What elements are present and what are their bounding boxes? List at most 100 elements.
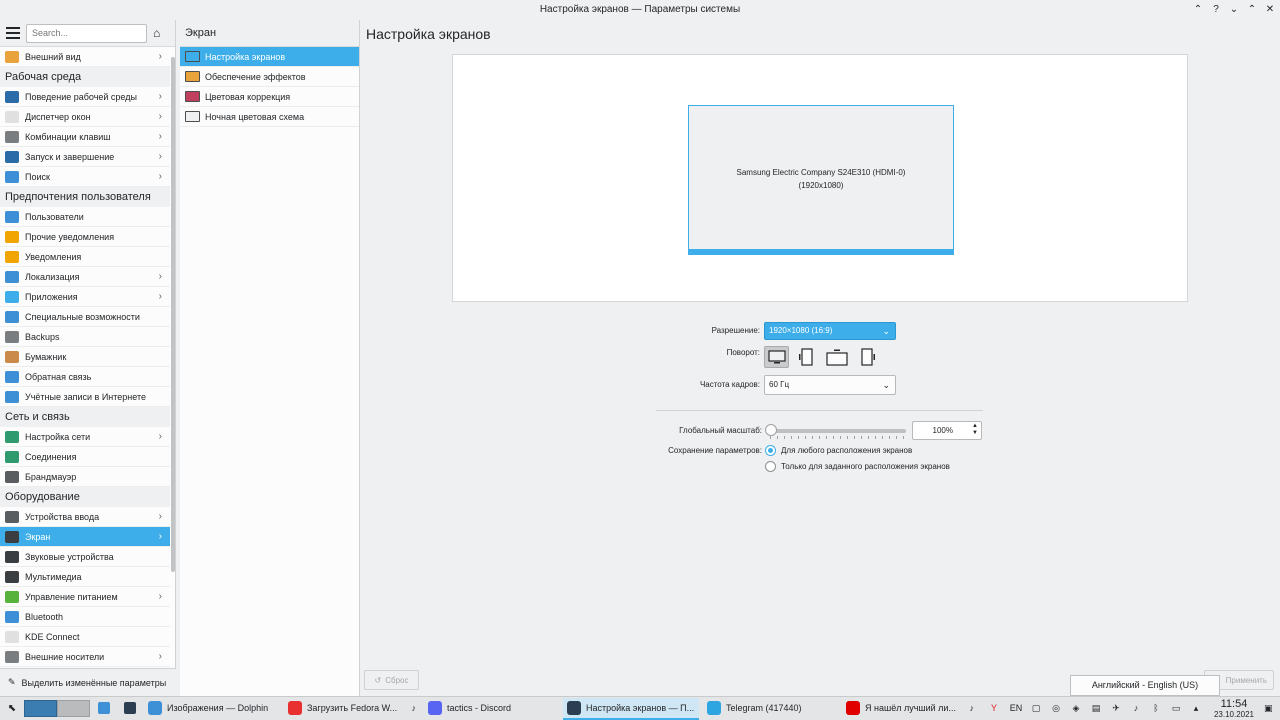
taskbar-task[interactable]: Настройка экранов — П... — [563, 698, 699, 720]
sidebar-item[interactable]: Приложения › — [0, 287, 170, 307]
sidebar-item-label: Запуск и завершение — [25, 151, 115, 162]
display-icon — [185, 51, 200, 62]
subcategory-item[interactable]: Ночная цветовая схема — [180, 107, 359, 127]
category-icon — [5, 530, 19, 543]
pinned-app-icon[interactable] — [124, 702, 136, 714]
screen-layout-preview: Samsung Electric Company S24E310 (HDMI-0… — [452, 54, 1188, 302]
rotate-normal-button[interactable] — [764, 346, 789, 368]
clock[interactable]: 11:54 23.10.2021 — [1214, 698, 1254, 719]
sidebar-item-label: Комбинации клавиш — [25, 131, 111, 142]
sidebar-item[interactable]: Пользователи — [0, 207, 170, 227]
sidebar-item[interactable]: Обратная связь — [0, 367, 170, 387]
scale-slider-ticks — [770, 436, 906, 439]
sidebar-item[interactable]: Локализация › — [0, 267, 170, 287]
sidebar-item[interactable]: Поиск › — [0, 167, 170, 187]
sidebar-item[interactable]: Диспетчер окон › — [0, 107, 170, 127]
sidebar-item[interactable]: Backups — [0, 327, 170, 347]
spin-arrows-icon[interactable]: ▲ ▼ — [972, 423, 978, 437]
tray-expand-icon[interactable]: ▴ — [1190, 702, 1202, 714]
keyboard-layout-indicator[interactable]: EN — [1008, 702, 1024, 714]
audio-playing-icon[interactable]: ♪ — [970, 703, 975, 713]
rotate-left-button[interactable] — [794, 346, 819, 368]
sidebar-item[interactable]: Уведомления — [0, 247, 170, 267]
sidebar-item[interactable]: Специальные возможности — [0, 307, 170, 327]
show-desktop-icon[interactable]: ▣ — [1264, 702, 1276, 714]
taskbar-task[interactable]: Telegram (417440) — [703, 698, 838, 720]
sidebar-item[interactable]: Устройства ввода › — [0, 507, 170, 527]
rotate-right-button[interactable] — [854, 346, 879, 368]
sidebar-scrollbar[interactable] — [171, 57, 175, 572]
keep-above-icon[interactable]: ⌃ — [1192, 4, 1204, 16]
sidebar-item[interactable]: Брандмауэр — [0, 467, 170, 487]
sidebar-item[interactable]: Внешние носители › — [0, 647, 170, 667]
rotate-inverted-button[interactable] — [824, 346, 849, 368]
bluetooth-icon[interactable]: ᛒ — [1150, 702, 1162, 714]
chevron-right-icon: › — [158, 291, 162, 302]
sidebar-item[interactable]: Учётные записи в Интернете — [0, 387, 170, 407]
desktop-1[interactable] — [24, 700, 57, 717]
sidebar-item[interactable]: Мультимедиа — [0, 567, 170, 587]
sidebar-item[interactable]: Настройка сети › — [0, 427, 170, 447]
sidebar-item[interactable]: Прочие уведомления — [0, 227, 170, 247]
search-input[interactable] — [26, 23, 147, 43]
chevron-right-icon: › — [158, 431, 162, 442]
sidebar-item[interactable]: Bluetooth — [0, 607, 170, 627]
sidebar-item[interactable]: Соединения — [0, 447, 170, 467]
virtual-desktop-pager[interactable] — [24, 700, 90, 717]
taskbar-task[interactable]: Я нашёл лучший ли... ♪ — [842, 698, 978, 720]
sidebar-item[interactable]: Комбинации клавиш › — [0, 127, 170, 147]
home-icon[interactable]: ⌂ — [153, 26, 160, 40]
sidebar-item-label: Внешний вид — [25, 51, 81, 62]
subcategory-item[interactable]: Настройка экранов — [180, 47, 359, 67]
monitor-tile[interactable]: Samsung Electric Company S24E310 (HDMI-0… — [688, 105, 954, 255]
category-icon — [5, 590, 19, 603]
sidebar-item[interactable]: Бумажник — [0, 347, 170, 367]
sidebar-item[interactable]: Экран › — [0, 527, 170, 547]
subcategory-item[interactable]: Цветовая коррекция — [180, 87, 359, 107]
highlight-changes-button[interactable]: ✎ Выделить изменённые параметры — [0, 668, 176, 696]
maximize-icon[interactable]: ⌃ — [1246, 4, 1258, 16]
sidebar-item[interactable]: Звуковые устройства — [0, 547, 170, 567]
sidebar-item[interactable]: Управление питанием › — [0, 587, 170, 607]
save-any-layout-radio[interactable] — [765, 445, 776, 456]
sidebar-item[interactable]: Запуск и завершение › — [0, 147, 170, 167]
clipboard-icon[interactable]: ▤ — [1090, 702, 1102, 714]
frequency-select[interactable]: 60 Гц ⌄ — [764, 375, 896, 395]
discord-tray-icon[interactable]: ◈ — [1070, 702, 1082, 714]
desktop-2[interactable] — [57, 700, 90, 717]
minimize-icon[interactable]: ⌄ — [1228, 4, 1240, 16]
undo-icon: ↺ — [374, 675, 382, 685]
sidebar-item-label: Bluetooth — [25, 611, 64, 622]
yandex-tray-icon[interactable]: Y — [988, 702, 1000, 714]
sidebar-item[interactable]: KDE Connect — [0, 627, 170, 647]
network-tray-icon[interactable]: ◎ — [1050, 702, 1062, 714]
category-icon — [5, 470, 19, 483]
telegram-tray-icon[interactable]: ✈ — [1110, 702, 1122, 714]
scale-spinbox[interactable]: 100% ▲ ▼ — [912, 421, 982, 440]
app-launcher-icon[interactable]: ⬉ — [5, 702, 19, 716]
show-desktop-mini-icon[interactable] — [98, 702, 110, 714]
subcategory-item[interactable]: Обеспечение эффектов — [180, 67, 359, 87]
scale-slider-handle[interactable] — [765, 424, 777, 436]
reset-button[interactable]: ↺ Сброс — [364, 670, 419, 690]
help-icon[interactable]: ? — [1210, 4, 1222, 16]
monitor-tray-icon[interactable]: ▭ — [1170, 702, 1182, 714]
sidebar-item[interactable]: Внешний вид › — [0, 47, 170, 67]
taskbar-task[interactable]: Загрузить Fedora W... ♪ — [284, 698, 420, 720]
scale-slider-track[interactable] — [770, 429, 906, 433]
sidebar-item[interactable]: Поведение рабочей среды › — [0, 87, 170, 107]
hamburger-menu-icon[interactable] — [6, 27, 20, 39]
taskbar-task[interactable]: Изображения — Dolphin — [144, 698, 280, 720]
volume-icon[interactable]: ♪ — [1130, 702, 1142, 714]
frequency-label: Частота кадров: — [699, 380, 760, 389]
close-icon[interactable]: ✕ — [1264, 4, 1276, 16]
monitor-rotate-right-icon — [860, 348, 875, 366]
taskbar-task[interactable]: tactics - Discord — [424, 698, 559, 720]
category-icon — [5, 370, 19, 383]
audio-playing-icon[interactable]: ♪ — [412, 703, 417, 713]
resolution-select[interactable]: 1920×1080 (16:9) ⌄ — [764, 322, 896, 340]
notifications-icon[interactable]: ▢ — [1030, 702, 1042, 714]
save-specific-layout-radio[interactable] — [765, 461, 776, 472]
frequency-value: 60 Гц — [769, 380, 790, 389]
app-icon — [288, 701, 302, 715]
